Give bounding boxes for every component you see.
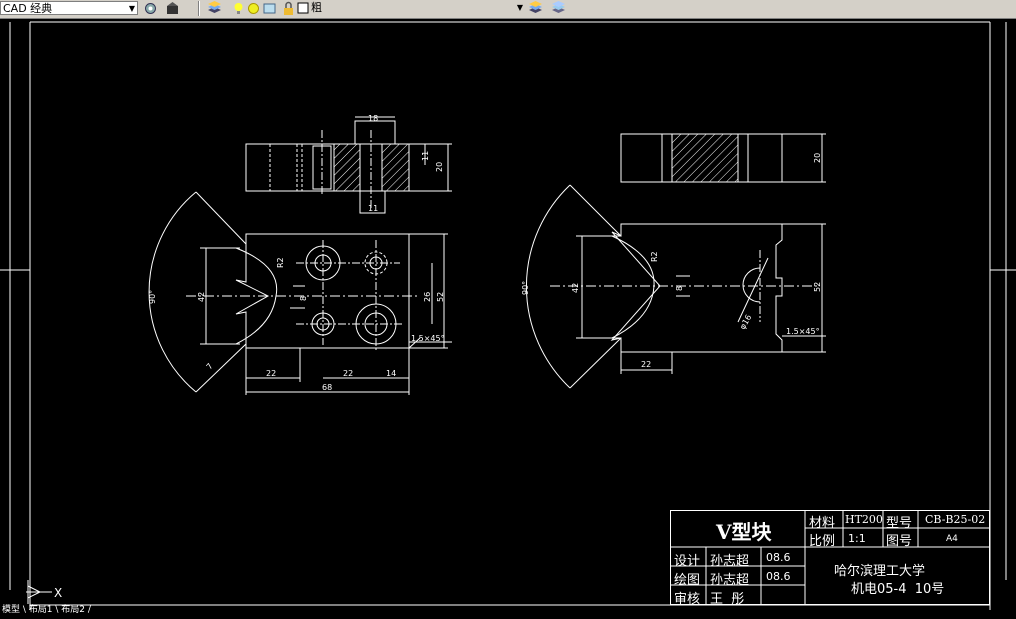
dim-text: 22: [266, 369, 276, 378]
material-value: HT200: [845, 513, 883, 526]
freeze-icon[interactable]: [262, 1, 277, 16]
lock-icon[interactable]: [281, 1, 296, 16]
workspace-value: CAD 经典: [3, 2, 53, 15]
layer-previous-icon[interactable]: [528, 1, 543, 16]
toolbar-separator: [198, 1, 200, 16]
review-label: 审核: [674, 592, 701, 607]
layout-tabs[interactable]: 模型 \ 布局1 \ 布局2 /: [2, 602, 91, 615]
scale-value: 1:1: [848, 532, 866, 545]
material-label: 材料: [809, 516, 836, 531]
left-top-view: [245, 116, 452, 214]
dim-text: 1.5×45°: [411, 334, 445, 343]
drawing-no-label: 图号: [886, 534, 913, 549]
dim-text: 1.5×45°: [786, 327, 820, 336]
workspace-settings-icon[interactable]: [143, 1, 158, 16]
lightbulb-icon[interactable]: [231, 1, 246, 16]
scale-label: 比例: [809, 534, 836, 549]
drawing-no-value: A4: [946, 534, 958, 544]
class-info: 机电05-4 10号: [851, 582, 945, 597]
dim-text: R2: [650, 251, 659, 262]
dim-text: 11: [368, 204, 378, 213]
right-top-view: [620, 133, 826, 183]
dim-text: 52: [436, 292, 445, 302]
dim-text: 8: [675, 286, 684, 291]
chevron-down-icon: ▼: [128, 4, 135, 13]
dim-text: 52: [813, 282, 822, 292]
dim-text: 42: [197, 292, 206, 302]
dim-text: 20: [435, 162, 444, 172]
dim-text: φ16: [738, 313, 754, 331]
layer-state-icon[interactable]: [551, 1, 566, 16]
dim-text: 20: [813, 153, 822, 163]
left-front-view: [148, 191, 452, 395]
part-name: V型块: [716, 520, 772, 544]
drafter: 孙志超: [710, 573, 750, 588]
chevron-down-icon: ▼: [516, 3, 523, 12]
dim-text: 42: [571, 283, 580, 293]
workspace-dropdown[interactable]: CAD 经典 ▼: [0, 1, 138, 15]
dim-text: 90°: [148, 290, 157, 304]
reviewer: 王 彤: [710, 592, 745, 607]
draw-label: 绘图: [674, 573, 701, 588]
ucs-x-label: X: [54, 586, 62, 600]
dim-text: 7: [205, 362, 215, 372]
sun-icon[interactable]: [246, 1, 261, 16]
dim-text: R2: [276, 257, 285, 268]
dim-text: 68: [322, 383, 332, 392]
title-block: V型块 材料 HT200 型号 CB-B25-02 比例 1:1 图号 A4 设…: [670, 510, 990, 607]
dim-text: 90°: [521, 281, 530, 295]
dim-text: 14: [386, 369, 396, 378]
workspace-icon[interactable]: [165, 1, 180, 16]
dim-text: 11: [421, 151, 430, 161]
model-label: 型号: [886, 516, 913, 531]
school-name: 哈尔滨理工大学: [834, 564, 926, 579]
dim-text: 26: [423, 292, 432, 302]
dim-text: 18: [368, 114, 378, 123]
dim-text: 22: [641, 360, 651, 369]
designer: 孙志超: [710, 554, 750, 569]
model-value: CB-B25-02: [925, 513, 986, 526]
toolbar: CAD 经典 ▼ 粗 ▼: [0, 0, 1016, 19]
layer-value: 粗: [311, 1, 322, 14]
dim-text: 22: [343, 369, 353, 378]
design-label: 设计: [674, 554, 701, 569]
layer-dropdown[interactable]: 粗 ▼: [309, 1, 525, 15]
design-date: 08.6: [766, 551, 791, 564]
dim-text: 8: [299, 296, 308, 301]
layer-manager-icon[interactable]: [207, 1, 222, 16]
draw-date: 08.6: [766, 570, 791, 583]
